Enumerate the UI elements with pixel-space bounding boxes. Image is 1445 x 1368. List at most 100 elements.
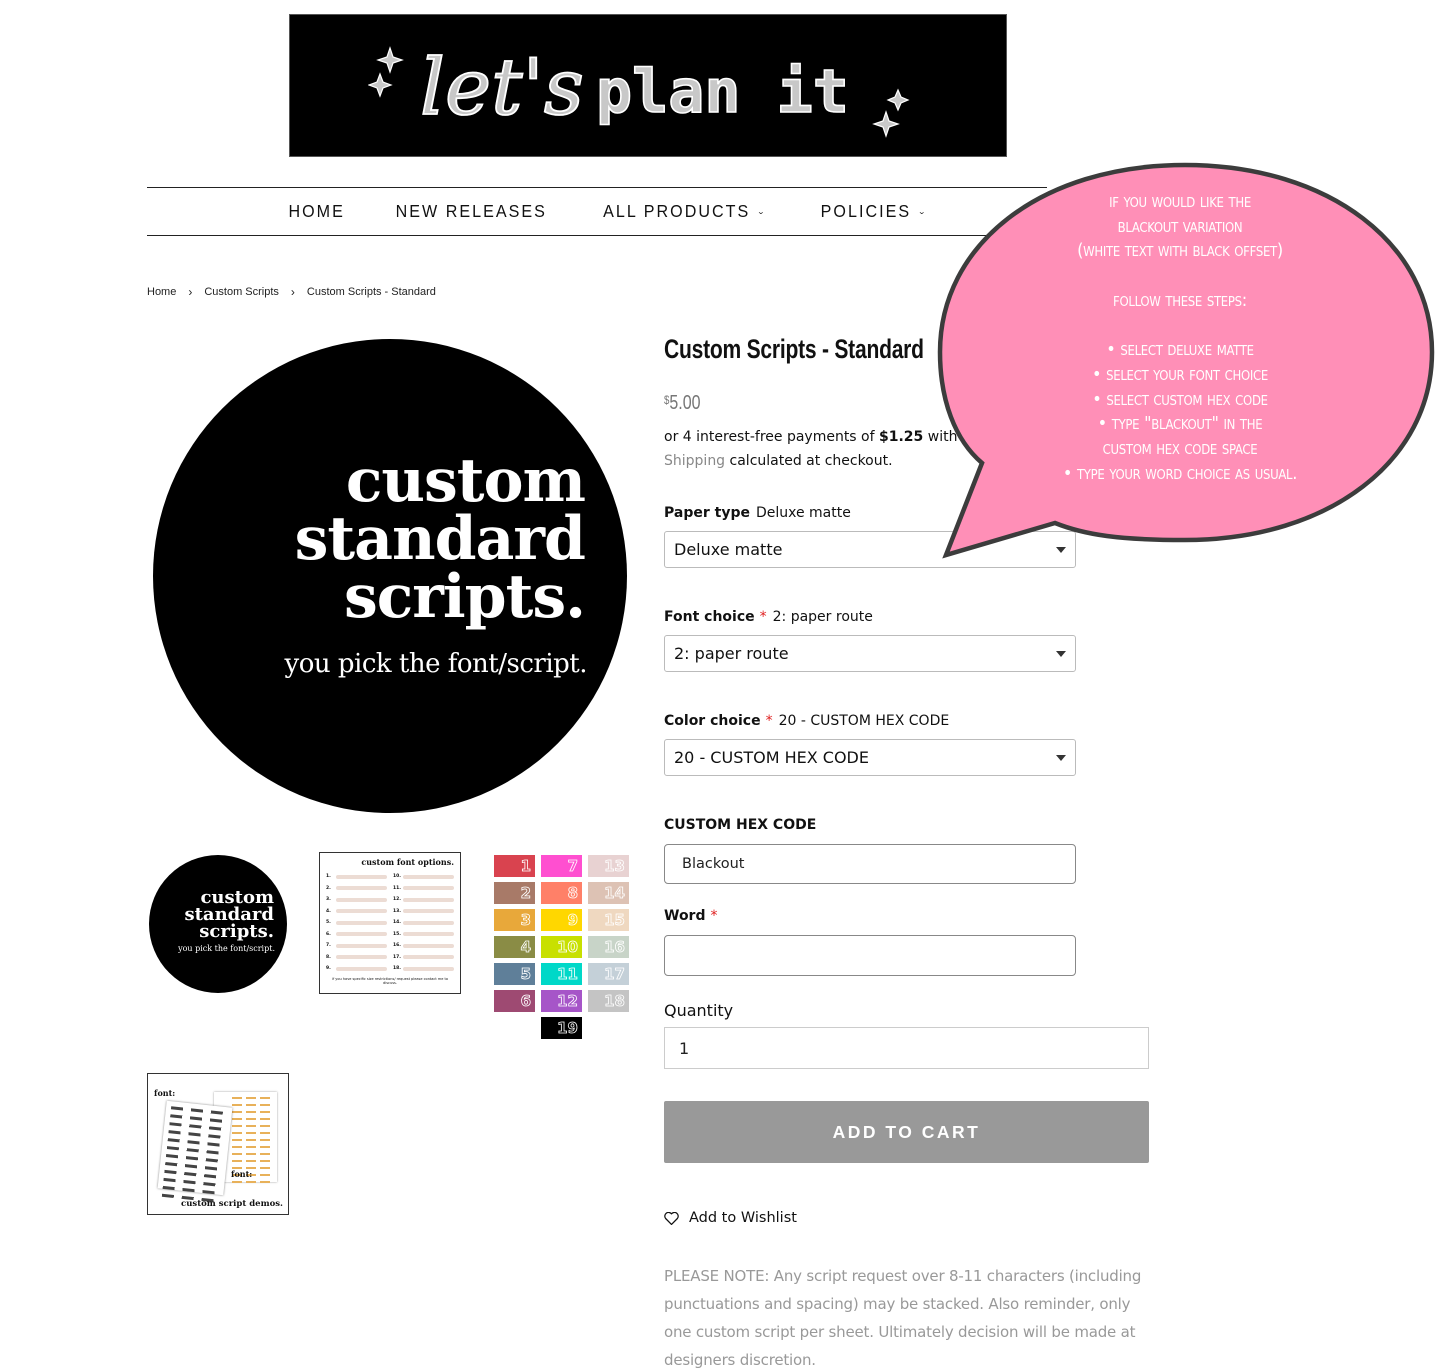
- product-price: $5.00: [664, 392, 701, 415]
- font-option-sample: [336, 966, 387, 971]
- nav-policies[interactable]: POLICIES ⌄: [802, 201, 948, 222]
- breadcrumb-home[interactable]: Home: [147, 286, 176, 298]
- product-note: PLEASE NOTE: Any script request over 8-1…: [664, 1267, 1142, 1368]
- nav-new-releases[interactable]: NEW RELEASES: [377, 201, 567, 222]
- font-option-row: 5.: [326, 917, 387, 929]
- font-option-number: 11.: [393, 885, 401, 891]
- thumbnail-circle[interactable]: custom standard scripts. you pick the fo…: [149, 855, 287, 993]
- sparkle-icon: [872, 109, 900, 138]
- breadcrumb-current: Custom Scripts - Standard: [306, 286, 436, 298]
- word-input[interactable]: [664, 935, 1076, 976]
- color-swatch: 9: [541, 909, 582, 931]
- main-product-image[interactable]: custom standard scripts. you pick the fo…: [153, 339, 627, 813]
- font-option-number: 9.: [326, 966, 331, 972]
- label-text: Quantity: [664, 1001, 734, 1020]
- word-label: Word *: [664, 908, 724, 924]
- product-title: Custom Scripts - Standard: [664, 334, 924, 364]
- color-swatch: 19: [541, 1017, 582, 1039]
- font-option-row: 3.: [326, 894, 387, 906]
- label-selected-value: Deluxe matte: [755, 505, 851, 521]
- font-choice-select[interactable]: 2: paper route: [664, 635, 1076, 672]
- shipping-suffix: calculated at checkout.: [725, 453, 893, 469]
- callout-step: • select your font choice: [1092, 363, 1268, 385]
- sparkle-icon: [368, 71, 393, 98]
- add-to-cart-button[interactable]: ADD TO CART: [664, 1101, 1149, 1163]
- font-option-number: 6.: [326, 931, 331, 937]
- color-choice-label: Color choice * 20 - CUSTOM HEX CODE: [664, 713, 949, 729]
- font-option-row: 7.: [326, 940, 387, 952]
- demo-font-label: font:: [154, 1088, 176, 1098]
- color-choice-select[interactable]: 20 - CUSTOM HEX CODE: [664, 739, 1076, 776]
- paper-type-select[interactable]: Deluxe matte: [664, 531, 1076, 568]
- font-option-row: 2.: [326, 883, 387, 895]
- callout-step: custom hex code space: [1102, 438, 1258, 459]
- font-option-sample: [403, 932, 454, 937]
- font-option-row: 14.: [393, 917, 454, 929]
- installments-suffix: with: [923, 429, 958, 445]
- wishlist-label: Add to Wishlist: [689, 1210, 797, 1226]
- payment-provider-icon[interactable]: [966, 429, 980, 443]
- font-option-sample: [403, 886, 454, 891]
- font-option-row: 10.: [393, 871, 454, 883]
- shipping-link[interactable]: Shipping: [664, 453, 725, 469]
- font-option-number: 12.: [393, 897, 401, 903]
- thumb-title: custom font options.: [361, 857, 454, 867]
- thumb-footer: if you have specific size restrictions/ …: [331, 976, 449, 985]
- callout-line: (white text with black offset): [1077, 240, 1283, 262]
- headline-line: standard: [294, 504, 586, 574]
- font-option-sample: [403, 909, 454, 914]
- font-option-number: 8.: [326, 954, 331, 960]
- label-text: CUSTOM HEX CODE: [664, 817, 817, 833]
- font-option-row: 18.: [393, 963, 454, 975]
- font-option-number: 4.: [326, 908, 331, 914]
- nav-all-products[interactable]: ALL PRODUCTS ⌄: [584, 201, 787, 222]
- breadcrumb-separator-icon: ›: [290, 285, 295, 299]
- site-logo-banner[interactable]: let's plan it: [289, 14, 1007, 157]
- required-marker: *: [710, 908, 718, 924]
- breadcrumb-custom-scripts[interactable]: Custom Scripts: [204, 286, 279, 298]
- font-option-row: 13.: [393, 906, 454, 918]
- color-swatch: 1: [494, 855, 535, 877]
- thumb-subline: you pick the font/script.: [178, 944, 275, 953]
- thumb-headline: custom standard scripts.: [184, 889, 274, 941]
- font-option-number: 15.: [393, 931, 401, 937]
- color-swatch: 5: [494, 963, 535, 985]
- quantity-input[interactable]: 1: [664, 1027, 1149, 1069]
- quantity-label: Quantity: [664, 1001, 733, 1020]
- color-swatch: 10: [541, 936, 582, 958]
- nav-label: NEW RELEASES: [395, 201, 548, 221]
- select-value: 2: paper route: [674, 644, 789, 663]
- font-option-sample: [336, 909, 387, 914]
- color-swatch: 6: [494, 990, 535, 1012]
- label-selected-value: 2: paper route: [772, 609, 873, 625]
- thumbnail-script-demos[interactable]: font: font: custom script demos.: [147, 1073, 289, 1215]
- color-swatch: 8: [541, 882, 582, 904]
- paper-type-label: Paper type Deluxe matte: [664, 505, 851, 521]
- add-to-wishlist-link[interactable]: Add to Wishlist: [664, 1210, 797, 1226]
- chevron-down-icon: ⌄: [756, 207, 768, 217]
- custom-hex-input[interactable]: Blackout: [664, 844, 1076, 884]
- font-option-sample: [403, 897, 454, 902]
- demo-caption: custom script demos.: [181, 1199, 283, 1209]
- font-option-number: 13.: [393, 908, 401, 914]
- font-option-number: 7.: [326, 943, 331, 949]
- thumbnail-font-options[interactable]: custom font options. 1. 2. 3. 4. 5. 6. 7. 8. 9. …: [319, 852, 461, 994]
- callout-step: • select deluxe matte: [1106, 339, 1254, 361]
- input-value: 1: [679, 1038, 690, 1058]
- font-option-sample: [336, 955, 387, 960]
- font-option-sample: [403, 943, 454, 948]
- font-option-sample: [336, 886, 387, 891]
- color-swatch: 3: [494, 909, 535, 931]
- font-option-number: 18.: [393, 966, 401, 972]
- nav-home[interactable]: HOME: [269, 201, 364, 222]
- color-swatch: 11: [541, 963, 582, 985]
- font-option-number: 3.: [326, 897, 331, 903]
- headline-line: custom: [345, 446, 586, 516]
- font-option-row: 1.: [326, 871, 387, 883]
- headline-line: scripts.: [343, 562, 586, 632]
- main-image-headline: custom standard scripts.: [294, 446, 586, 632]
- price-value: 5.00: [669, 392, 701, 414]
- caret-down-icon: [1056, 650, 1066, 657]
- font-option-row: 8.: [326, 952, 387, 964]
- font-choice-label: Font choice * 2: paper route: [664, 609, 873, 625]
